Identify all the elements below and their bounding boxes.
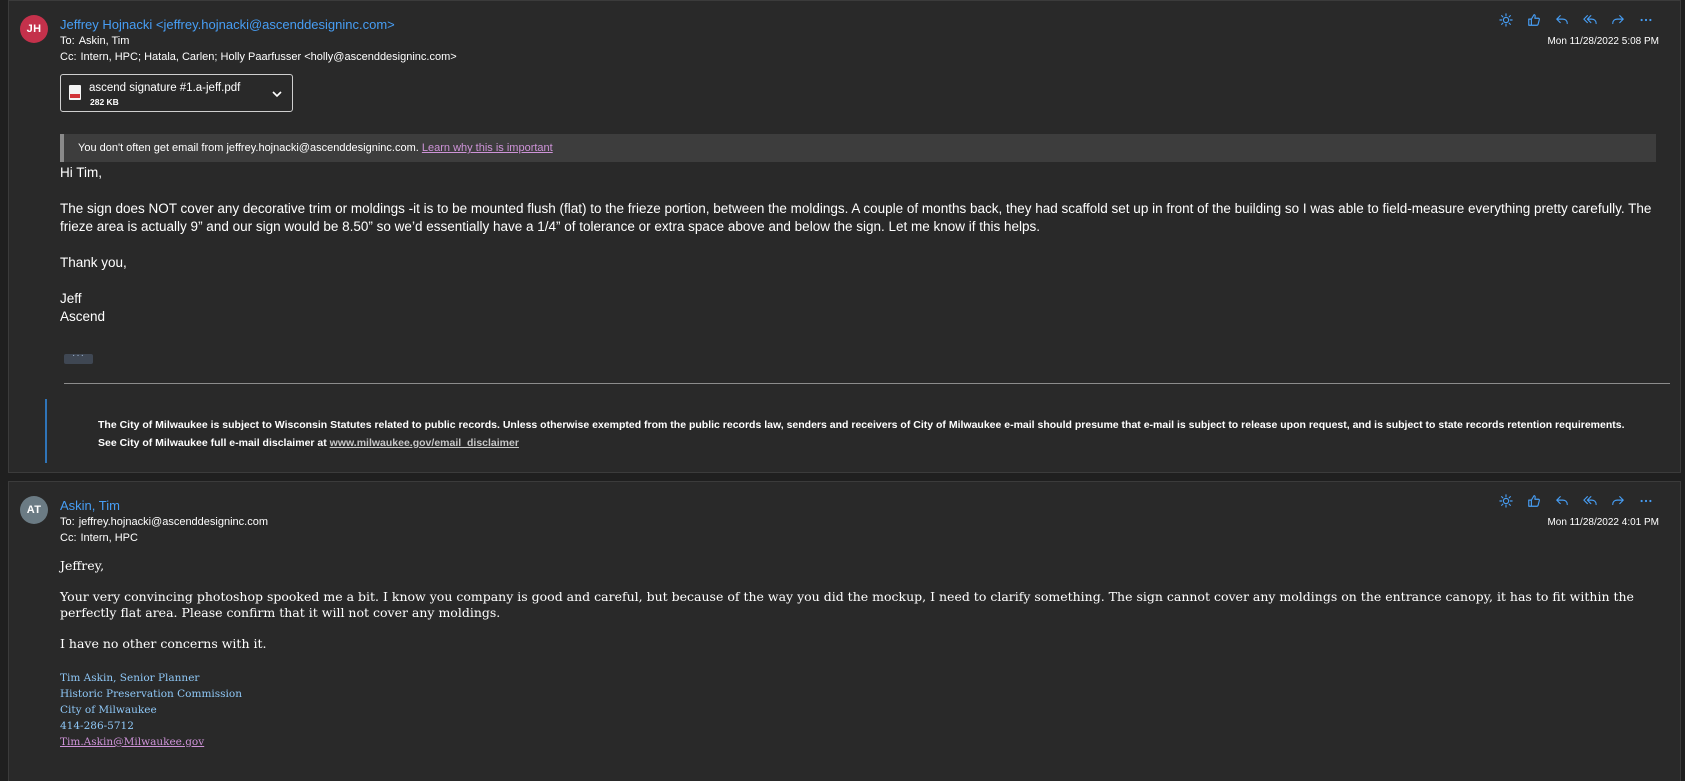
cc-label: Cc: [60,532,77,544]
cc-line: Cc: Intern, HPC; Hatala, Carlen; Holly Pa… [60,51,457,63]
greeting: Hi Tim, [60,165,102,180]
show-more-button[interactable]: ··· [64,351,93,364]
body-paragraph: The sign does NOT cover any decorative t… [60,201,1652,234]
like-icon[interactable] [1520,492,1548,510]
forward-icon[interactable] [1604,492,1632,510]
more-icon[interactable] [1632,11,1660,29]
to-line: To: Askin, Tim [60,35,129,47]
banner-text: You don't often get email from jeffrey.h… [78,142,422,154]
sender-name[interactable]: Askin, Tim [60,498,120,513]
learn-why-link[interactable]: Learn why this is important [422,142,553,154]
signature-phone: 414-286-5712 [60,720,134,732]
like-icon[interactable] [1520,11,1548,29]
attachment-card[interactable]: ascend signature #1.a-jeff.pdf 282 KB [60,74,293,112]
disclaimer-text: The City of Milwaukee is subject to Wisc… [98,419,1625,449]
signature-dept: Historic Preservation Commission [60,688,242,700]
greeting: Jeffrey, [60,558,105,573]
reply-icon[interactable] [1548,11,1576,29]
email-message-jeffrey: JH Jeffrey Hojnacki <jeffrey.hojnacki@as… [8,0,1681,473]
sent-date: Mon 11/28/2022 5:08 PM [1547,36,1659,47]
pdf-file-icon [69,85,81,100]
message-actions [1492,11,1660,29]
sun-icon[interactable] [1492,492,1520,510]
to-label: To: [60,516,75,528]
signature-name: Jeff [60,291,82,306]
message-body: Jeffrey, Your very convincing photoshop … [60,557,1660,653]
disclaimer-link[interactable]: www.milwaukee.gov/email_disclaimer [330,437,519,449]
to-recipients[interactable]: Askin, Tim [79,35,130,47]
sent-date: Mon 11/28/2022 4:01 PM [1547,517,1659,528]
chevron-down-icon[interactable] [271,87,283,99]
more-icon[interactable] [1632,492,1660,510]
divider [64,383,1670,384]
cc-recipients[interactable]: Intern, HPC [81,532,138,544]
cc-line: Cc: Intern, HPC [60,532,138,544]
attachment-name: ascend signature #1.a-jeff.pdf [89,82,241,94]
message-actions [1492,492,1660,510]
email-signature: Tim Askin, Senior Planner Historic Prese… [60,670,242,750]
to-label: To: [60,35,75,47]
reply-all-icon[interactable] [1576,11,1604,29]
cc-label: Cc: [60,51,77,63]
sun-icon[interactable] [1492,11,1520,29]
cc-recipients[interactable]: Intern, HPC; Hatala, Carlen; Holly Paarf… [81,51,457,63]
closing: Thank you, [60,255,127,270]
reply-icon[interactable] [1548,492,1576,510]
forward-icon[interactable] [1604,11,1632,29]
reply-all-icon[interactable] [1576,492,1604,510]
to-line: To: jeffrey.hojnacki@ascenddesigninc.com [60,516,268,528]
avatar[interactable]: AT [20,496,48,524]
signature-org: City of Milwaukee [60,704,157,716]
attachment-size: 282 KB [90,97,119,107]
sender-name[interactable]: Jeffrey Hojnacki <jeffrey.hojnacki@ascen… [60,17,395,32]
signature-email-link[interactable]: Tim.Askin@Milwaukee.gov [60,736,204,748]
avatar[interactable]: JH [20,15,48,43]
message-body: Hi Tim, The sign does NOT cover any deco… [60,164,1660,326]
email-message-tim: AT Askin, Tim To: jeffrey.hojnacki@ascend… [8,481,1681,781]
body-paragraph: Your very convincing photoshop spooked m… [60,589,1634,620]
signature-name-title: Tim Askin, Senior Planner [60,672,200,684]
signature-company: Ascend [60,309,106,324]
body-concerns: I have no other concerns with it. [60,636,267,651]
disclaimer-block: The City of Milwaukee is subject to Wisc… [45,399,1635,463]
to-recipients[interactable]: jeffrey.hojnacki@ascenddesigninc.com [79,516,268,528]
external-sender-banner: You don't often get email from jeffrey.h… [60,134,1656,162]
